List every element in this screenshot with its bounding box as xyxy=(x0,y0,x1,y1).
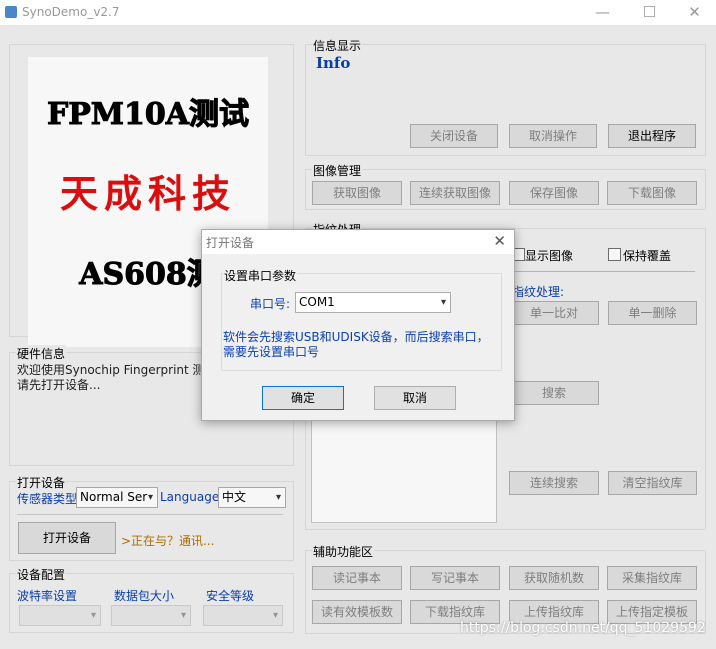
language-value: 中文 xyxy=(222,490,247,504)
close-device-button[interactable]: 关闭设备 xyxy=(410,124,498,148)
fingerprint-image-box xyxy=(311,418,497,523)
cancel-operation-button[interactable]: 取消操作 xyxy=(509,124,597,148)
chevron-down-icon: ▾ xyxy=(272,610,278,621)
info-title: Info xyxy=(316,54,351,72)
connection-status: >正在与？通讯... xyxy=(121,534,215,548)
window-title-bar: SynoDemo_v2.7 — ☐ ✕ xyxy=(0,0,716,26)
info-label: 信息显示 xyxy=(312,37,363,54)
auxiliary-label: 辅助功能区 xyxy=(312,543,375,560)
security-level-select[interactable]: ▾ xyxy=(203,605,283,626)
open-device-dialog: 打开设备 ✕ 设置串口参数 串口号: COM1 ▾ 软件会先搜索USB和UDIS… xyxy=(201,229,515,421)
dialog-title-bar: 打开设备 ✕ xyxy=(202,230,514,254)
language-label: Language xyxy=(160,490,220,504)
dialog-close-icon[interactable]: ✕ xyxy=(493,232,506,250)
sensor-type-select[interactable]: Normal Ser ▾ xyxy=(76,487,158,508)
exit-program-button[interactable]: 退出程序 xyxy=(608,124,696,148)
packet-size-select[interactable]: ▾ xyxy=(111,605,191,626)
continuous-search-button[interactable]: 连续搜索 xyxy=(509,471,599,495)
read-notepad-button[interactable]: 读记事本 xyxy=(312,566,402,590)
hardware-info-text-2: 请先打开设备... xyxy=(17,378,101,392)
sensor-type-value: Normal Ser xyxy=(80,490,148,504)
language-select[interactable]: 中文 ▾ xyxy=(218,487,286,508)
continuous-get-image-button[interactable]: 连续获取图像 xyxy=(410,181,500,205)
baud-rate-label: 波特率设置 xyxy=(17,589,78,603)
cancel-button[interactable]: 取消 xyxy=(374,386,456,410)
get-image-button[interactable]: 获取图像 xyxy=(312,181,402,205)
read-valid-templates-button[interactable]: 读有效模板数 xyxy=(312,600,402,624)
serial-port-select[interactable]: COM1 ▾ xyxy=(295,292,451,313)
chevron-down-icon: ▾ xyxy=(147,492,153,503)
minimize-button[interactable]: — xyxy=(580,0,625,26)
chevron-down-icon: ▾ xyxy=(275,492,281,503)
maximize-button[interactable]: ☐ xyxy=(627,0,672,26)
divider xyxy=(512,271,695,272)
serial-params-label: 设置串口参数 xyxy=(223,267,298,284)
serial-port-label: 串口号: xyxy=(250,297,291,311)
download-image-button[interactable]: 下载图像 xyxy=(607,181,697,205)
write-notepad-button[interactable]: 写记事本 xyxy=(410,566,500,590)
image-management-label: 图像管理 xyxy=(312,162,363,179)
baud-rate-select[interactable]: ▾ xyxy=(19,605,101,626)
close-button[interactable]: ✕ xyxy=(672,0,716,26)
logo-line-2: 天成科技 xyxy=(59,172,236,216)
keep-overlay-label: 保持覆盖 xyxy=(623,249,672,263)
get-random-button[interactable]: 获取随机数 xyxy=(509,566,599,590)
dialog-title: 打开设备 xyxy=(206,236,255,250)
open-device-button[interactable]: 打开设备 xyxy=(18,522,116,554)
single-match-button[interactable]: 单一比对 xyxy=(509,301,599,325)
serial-port-value: COM1 xyxy=(299,295,335,309)
app-icon xyxy=(5,6,17,18)
packet-size-label: 数据包大小 xyxy=(114,589,175,603)
open-device-label: 打开设备 xyxy=(16,474,67,491)
chevron-down-icon: ▾ xyxy=(180,610,186,621)
logo-line-1: FPM10A测试 xyxy=(46,97,250,133)
chevron-down-icon: ▾ xyxy=(90,610,96,621)
fingerprint-process-label: 指纹处理: xyxy=(512,285,565,299)
hardware-info-label: 硬件信息 xyxy=(16,345,67,362)
save-image-button[interactable]: 保存图像 xyxy=(509,181,599,205)
collect-fingerprint-library-button[interactable]: 采集指纹库 xyxy=(607,566,697,590)
chevron-down-icon: ▾ xyxy=(440,297,446,308)
ok-button[interactable]: 确定 xyxy=(262,386,344,410)
window-title: SynoDemo_v2.7 xyxy=(22,5,120,19)
dialog-note-2: 需要先设置串口号 xyxy=(223,345,320,359)
device-config-label: 设备配置 xyxy=(16,566,67,583)
single-delete-button[interactable]: 单一删除 xyxy=(608,301,697,325)
security-level-label: 安全等级 xyxy=(206,589,255,603)
divider xyxy=(17,514,283,515)
keep-overlay-checkbox[interactable] xyxy=(608,248,621,261)
show-image-label: 显示图像 xyxy=(525,249,574,263)
watermark: https://blog.csdn.net/qq_51029592 xyxy=(460,620,706,636)
search-button[interactable]: 搜索 xyxy=(509,381,599,405)
sensor-type-label: 传感器类型 xyxy=(17,492,78,506)
clear-library-button[interactable]: 清空指纹库 xyxy=(608,471,697,495)
